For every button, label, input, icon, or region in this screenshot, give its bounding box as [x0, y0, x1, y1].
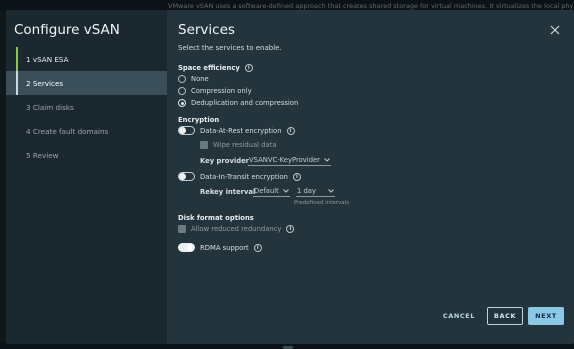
- radio-option-none[interactable]: None: [178, 75, 209, 83]
- rdma-toggle[interactable]: [178, 243, 195, 252]
- wipe-residual-checkbox[interactable]: [200, 141, 208, 149]
- cancel-button[interactable]: CANCEL: [441, 307, 477, 325]
- data-at-rest-label: Data-At-Rest encryption: [200, 126, 282, 135]
- key-provider-select[interactable]: VSANVC-KeyProvider: [248, 156, 331, 166]
- step-services[interactable]: 2 Services: [6, 71, 167, 95]
- radio-label-compression-only: Compression only: [191, 87, 252, 95]
- rekey-interval-value: 1 day: [297, 187, 316, 195]
- info-icon[interactable]: i: [286, 126, 295, 135]
- back-button[interactable]: BACK: [487, 307, 523, 325]
- rekey-hint: Predefined intervals: [294, 200, 350, 206]
- services-panel: Services Select the services to enable. …: [178, 10, 574, 344]
- next-button[interactable]: NEXT: [528, 307, 564, 325]
- radio-dedup-compression[interactable]: [178, 99, 186, 107]
- key-provider-label: Key provider: [200, 157, 250, 165]
- radio-label-dedup-compression: Deduplication and compression: [191, 99, 299, 107]
- close-icon[interactable]: [550, 25, 560, 35]
- reduced-redundancy-checkbox[interactable]: [178, 225, 186, 233]
- rekey-mode-select[interactable]: Default: [253, 187, 290, 197]
- step-vsan-esa[interactable]: 1 vSAN ESA: [6, 47, 167, 71]
- wizard-steps: 1 vSAN ESA 2 Services 3 Claim disks 4 Cr…: [6, 47, 167, 167]
- wizard-sidebar: Configure vSAN 1 vSAN ESA 2 Services 3 C…: [6, 10, 167, 344]
- chevron-down-icon: [328, 189, 334, 193]
- rdma-row: RDMA support i: [178, 243, 262, 252]
- step-claim-disks[interactable]: 3 Claim disks: [6, 95, 167, 119]
- chevron-down-icon: [282, 189, 289, 193]
- info-icon[interactable]: i: [253, 243, 262, 252]
- rekey-interval-select[interactable]: 1 day: [296, 187, 335, 197]
- data-at-rest-row: Data-At-Rest encryption i: [178, 126, 295, 135]
- key-provider-value: VSANVC-KeyProvider: [249, 156, 320, 164]
- intro-text: Select the services to enable.: [178, 44, 282, 52]
- radio-none[interactable]: [178, 75, 186, 83]
- rekey-interval-label: Rekey interval: [200, 188, 256, 196]
- step-review[interactable]: 5 Review: [6, 143, 167, 167]
- encryption-heading: Encryption: [178, 116, 220, 124]
- radio-option-compression-only[interactable]: Compression only: [178, 87, 252, 95]
- radio-label-none: None: [191, 75, 209, 83]
- page-title: Services: [178, 22, 235, 38]
- disk-format-heading: Disk format options: [178, 214, 254, 222]
- configure-vsan-dialog: Configure vSAN 1 vSAN ESA 2 Services 3 C…: [6, 10, 574, 344]
- info-icon[interactable]: i: [286, 225, 295, 233]
- wizard-title: Configure vSAN: [14, 22, 120, 38]
- rdma-label: RDMA support: [200, 243, 249, 252]
- info-icon[interactable]: i: [292, 172, 301, 181]
- data-in-transit-row: Data-In-Transit encryption i: [178, 172, 301, 181]
- rekey-mode-value: Default: [254, 187, 279, 195]
- radio-option-dedup-compression[interactable]: Deduplication and compression: [178, 99, 298, 107]
- space-efficiency-heading: Space efficiency i: [178, 64, 253, 72]
- chevron-down-icon: [324, 158, 330, 162]
- info-icon[interactable]: i: [244, 64, 253, 72]
- reduced-redundancy-row: Allow reduced redundancy i: [178, 225, 295, 233]
- reduced-redundancy-label: Allow reduced redundancy: [191, 225, 282, 233]
- data-at-rest-toggle[interactable]: [178, 126, 195, 135]
- wipe-residual-label: Wipe residual data: [213, 141, 277, 149]
- radio-compression-only[interactable]: [178, 87, 186, 95]
- data-in-transit-toggle[interactable]: [178, 172, 195, 181]
- data-in-transit-label: Data-In-Transit encryption: [200, 172, 288, 181]
- step-create-fault-domains[interactable]: 4 Create fault domains: [6, 119, 167, 143]
- space-efficiency-label: Space efficiency: [178, 64, 240, 72]
- wipe-residual-row: Wipe residual data: [200, 141, 277, 149]
